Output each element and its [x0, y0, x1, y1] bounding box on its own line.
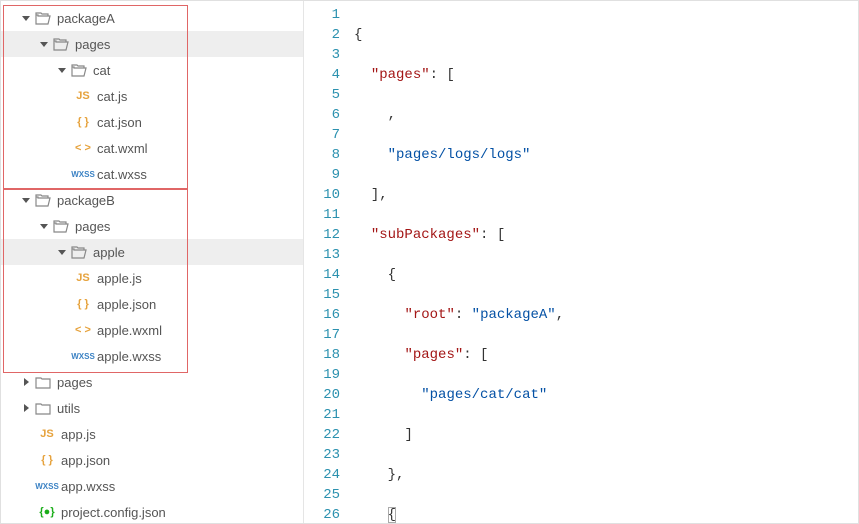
folder-open-icon	[69, 62, 89, 78]
tree-folder-packageA-pages[interactable]: pages	[1, 31, 303, 57]
tree-label: project.config.json	[61, 505, 295, 520]
tree-file-cat-wxss[interactable]: WXSS cat.wxss	[1, 161, 303, 187]
tree-folder-packageB[interactable]: packageB	[1, 187, 303, 213]
folder-open-icon	[51, 218, 71, 234]
tree-label: apple.wxml	[97, 323, 295, 338]
tree-label: cat.js	[97, 89, 295, 104]
chevron-down-icon	[19, 11, 33, 25]
tree-label: packageA	[57, 11, 295, 26]
tree-file-app-json[interactable]: { } app.json	[1, 447, 303, 473]
js-file-icon: JS	[73, 270, 93, 286]
tree-file-cat-json[interactable]: { } cat.json	[1, 109, 303, 135]
tree-label: apple.json	[97, 297, 295, 312]
tree-file-apple-json[interactable]: { } apple.json	[1, 291, 303, 317]
tree-label: apple	[93, 245, 295, 260]
chevron-down-icon	[37, 37, 51, 51]
chevron-down-icon	[55, 245, 69, 259]
tree-file-app-js[interactable]: JS app.js	[1, 421, 303, 447]
folder-open-icon	[51, 36, 71, 52]
code-editor[interactable]: 12345 678910 1112131415 1617181920 21222…	[304, 1, 858, 523]
wxss-file-icon: WXSS	[73, 166, 93, 182]
folder-open-icon	[33, 192, 53, 208]
tree-file-apple-js[interactable]: JS apple.js	[1, 265, 303, 291]
tree-label: packageB	[57, 193, 295, 208]
wxml-file-icon: < >	[73, 322, 93, 338]
tree-file-project-config[interactable]: {●} project.config.json	[1, 499, 303, 523]
tree-label: pages	[75, 37, 295, 52]
tree-folder-apple[interactable]: apple	[1, 239, 303, 265]
wxss-file-icon: WXSS	[73, 348, 93, 364]
tree-file-app-wxss[interactable]: WXSS app.wxss	[1, 473, 303, 499]
file-tree: packageA pages cat JS cat.js { } cat.jso…	[1, 1, 303, 523]
tree-label: cat	[93, 63, 295, 78]
config-file-icon: {●}	[37, 504, 57, 520]
line-gutter: 12345 678910 1112131415 1617181920 21222…	[304, 5, 354, 523]
chevron-down-icon	[37, 219, 51, 233]
tree-file-cat-wxml[interactable]: < > cat.wxml	[1, 135, 303, 161]
chevron-down-icon	[19, 193, 33, 207]
json-file-icon: { }	[37, 452, 57, 468]
tree-label: pages	[57, 375, 295, 390]
tree-label: app.wxss	[61, 479, 295, 494]
tree-label: utils	[57, 401, 295, 416]
chevron-down-icon	[55, 63, 69, 77]
wxml-file-icon: < >	[73, 140, 93, 156]
tree-folder-root-pages[interactable]: pages	[1, 369, 303, 395]
wxss-file-icon: WXSS	[37, 478, 57, 494]
tree-label: app.json	[61, 453, 295, 468]
folder-icon	[33, 374, 53, 390]
tree-file-cat-js[interactable]: JS cat.js	[1, 83, 303, 109]
folder-icon	[33, 400, 53, 416]
json-file-icon: { }	[73, 114, 93, 130]
tree-label: pages	[75, 219, 295, 234]
tree-label: cat.json	[97, 115, 295, 130]
tree-folder-packageA[interactable]: packageA	[1, 5, 303, 31]
chevron-right-icon	[19, 375, 33, 389]
tree-file-apple-wxml[interactable]: < > apple.wxml	[1, 317, 303, 343]
tree-file-apple-wxss[interactable]: WXSS apple.wxss	[1, 343, 303, 369]
tree-label: apple.js	[97, 271, 295, 286]
tree-label: cat.wxss	[97, 167, 295, 182]
file-tree-sidebar: packageA pages cat JS cat.js { } cat.jso…	[1, 1, 304, 523]
tree-label: app.js	[61, 427, 295, 442]
tree-folder-cat[interactable]: cat	[1, 57, 303, 83]
json-file-icon: { }	[73, 296, 93, 312]
tree-folder-packageB-pages[interactable]: pages	[1, 213, 303, 239]
tree-label: cat.wxml	[97, 141, 295, 156]
tree-label: apple.wxss	[97, 349, 295, 364]
tree-folder-utils[interactable]: utils	[1, 395, 303, 421]
js-file-icon: JS	[37, 426, 57, 442]
folder-open-icon	[33, 10, 53, 26]
chevron-right-icon	[19, 401, 33, 415]
code-content[interactable]: { "pages": [ , "pages/logs/logs" ], "sub…	[354, 5, 858, 523]
folder-open-icon	[69, 244, 89, 260]
js-file-icon: JS	[73, 88, 93, 104]
